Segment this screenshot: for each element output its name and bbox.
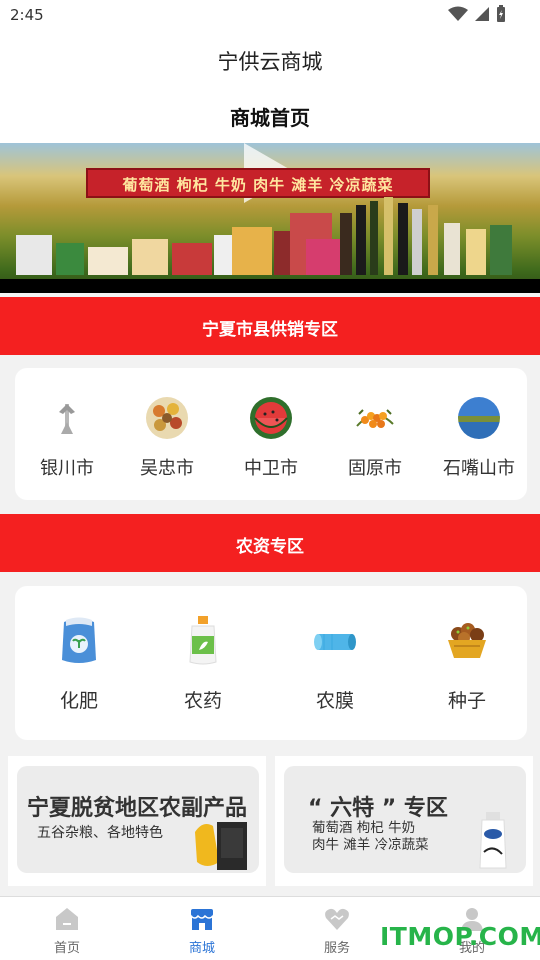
promo-poverty-wrap: 宁夏脱贫地区农副产品 五谷杂粮、各地特色 (8, 756, 266, 886)
wifi-icon (448, 6, 468, 21)
promo-six-lines: 葡萄酒 枸杞 牛奶 肉牛 滩羊 冷凉蔬菜 (312, 820, 429, 854)
nav-label: 首页 (53, 941, 80, 956)
supply-section-header: 宁夏市县供销专区 (0, 297, 540, 355)
milk-bottle-image (479, 812, 507, 869)
banner-bottom-bar (0, 279, 540, 293)
promo-poverty-subtitle: 五谷杂粮、各地特色 (37, 825, 163, 841)
agri-label: 种子 (447, 690, 486, 712)
promo-six-line2: 肉牛 滩羊 冷凉蔬菜 (312, 837, 429, 853)
nav-home[interactable]: 首页 (27, 905, 107, 956)
city-card: 银川市 吴忠市 中卫市 固原市 石嘴山市 (15, 368, 527, 500)
promo-six-specialties-wrap: “ 六特 ” 专区 葡萄酒 枸杞 牛奶 肉牛 滩羊 冷凉蔬菜 (275, 756, 533, 886)
home-icon (56, 908, 78, 930)
agri-item-fertilizer[interactable]: 化肥 (15, 616, 143, 713)
signal-icon (475, 7, 489, 21)
city-item-shizuishan[interactable]: 石嘴山市 (427, 396, 531, 480)
monument-icon (59, 404, 75, 434)
page-title: 商城首页 (230, 106, 310, 130)
city-label: 吴忠市 (140, 458, 194, 479)
page-header: 商城首页 (0, 84, 540, 144)
promo-six-specialties-card[interactable]: “ 六特 ” 专区 葡萄酒 枸杞 牛奶 肉牛 滩羊 冷凉蔬菜 (284, 766, 526, 873)
plastic-film-roll-icon (314, 634, 356, 650)
store-icon (190, 909, 214, 930)
city-item-wuzhong[interactable]: 吴忠市 (115, 396, 219, 480)
nav-store[interactable]: 商城 (162, 905, 242, 956)
seed-basket-icon (448, 623, 486, 658)
promo-six-title: “ 六特 ” 专区 (308, 796, 448, 821)
nav-service[interactable]: 服务 (297, 905, 377, 956)
status-bar: 2:45 (0, 0, 540, 32)
agri-label: 化肥 (59, 690, 98, 712)
supply-section-title: 宁夏市县供销专区 (202, 320, 338, 340)
agri-item-film[interactable]: 农膜 (271, 616, 399, 713)
agri-item-seeds[interactable]: 种子 (403, 616, 531, 713)
pesticide-bottle-icon (189, 616, 217, 665)
status-time: 2:45 (10, 6, 44, 24)
nav-label: 服务 (323, 941, 350, 956)
city-item-yinchuan[interactable]: 银川市 (15, 396, 119, 480)
status-icons (448, 5, 506, 23)
app-title-bar: 宁供云商城 (0, 32, 540, 84)
lake-landscape-icon (458, 397, 500, 439)
food-platter-icon (146, 397, 188, 439)
city-item-zhongwei[interactable]: 中卫市 (219, 396, 323, 480)
agri-label: 农膜 (315, 690, 354, 712)
agri-section-title: 农资专区 (236, 537, 304, 557)
banner-products-image (16, 197, 512, 275)
agri-section-header: 农资专区 (0, 514, 540, 572)
nav-label: 商城 (188, 941, 215, 956)
banner-carousel[interactable]: 葡萄酒 枸杞 牛奶 肉牛 滩羊 冷凉蔬菜 (0, 143, 540, 293)
watermark-text: ITMOP.COM (380, 922, 540, 951)
agri-label: 农药 (183, 690, 222, 712)
app-title: 宁供云商城 (217, 50, 323, 74)
city-label: 中卫市 (244, 458, 298, 479)
grain-products-image (195, 822, 247, 870)
fertilizer-bag-icon (62, 617, 96, 663)
city-label: 固原市 (348, 458, 402, 479)
sea-buckthorn-icon (356, 409, 394, 428)
promo-poverty-card[interactable]: 宁夏脱贫地区农副产品 五谷杂粮、各地特色 (17, 766, 259, 873)
city-item-guyuan[interactable]: 固原市 (323, 396, 427, 480)
city-label: 石嘴山市 (443, 458, 515, 479)
agri-card: 化肥 农药 农膜 种子 (15, 586, 527, 740)
battery-icon (497, 5, 505, 22)
promo-six-line1: 葡萄酒 枸杞 牛奶 (312, 820, 416, 836)
heart-handshake-icon (325, 908, 349, 930)
watermelon-icon (250, 397, 292, 439)
agri-item-pesticide[interactable]: 农药 (139, 616, 267, 713)
city-label: 银川市 (40, 458, 94, 479)
